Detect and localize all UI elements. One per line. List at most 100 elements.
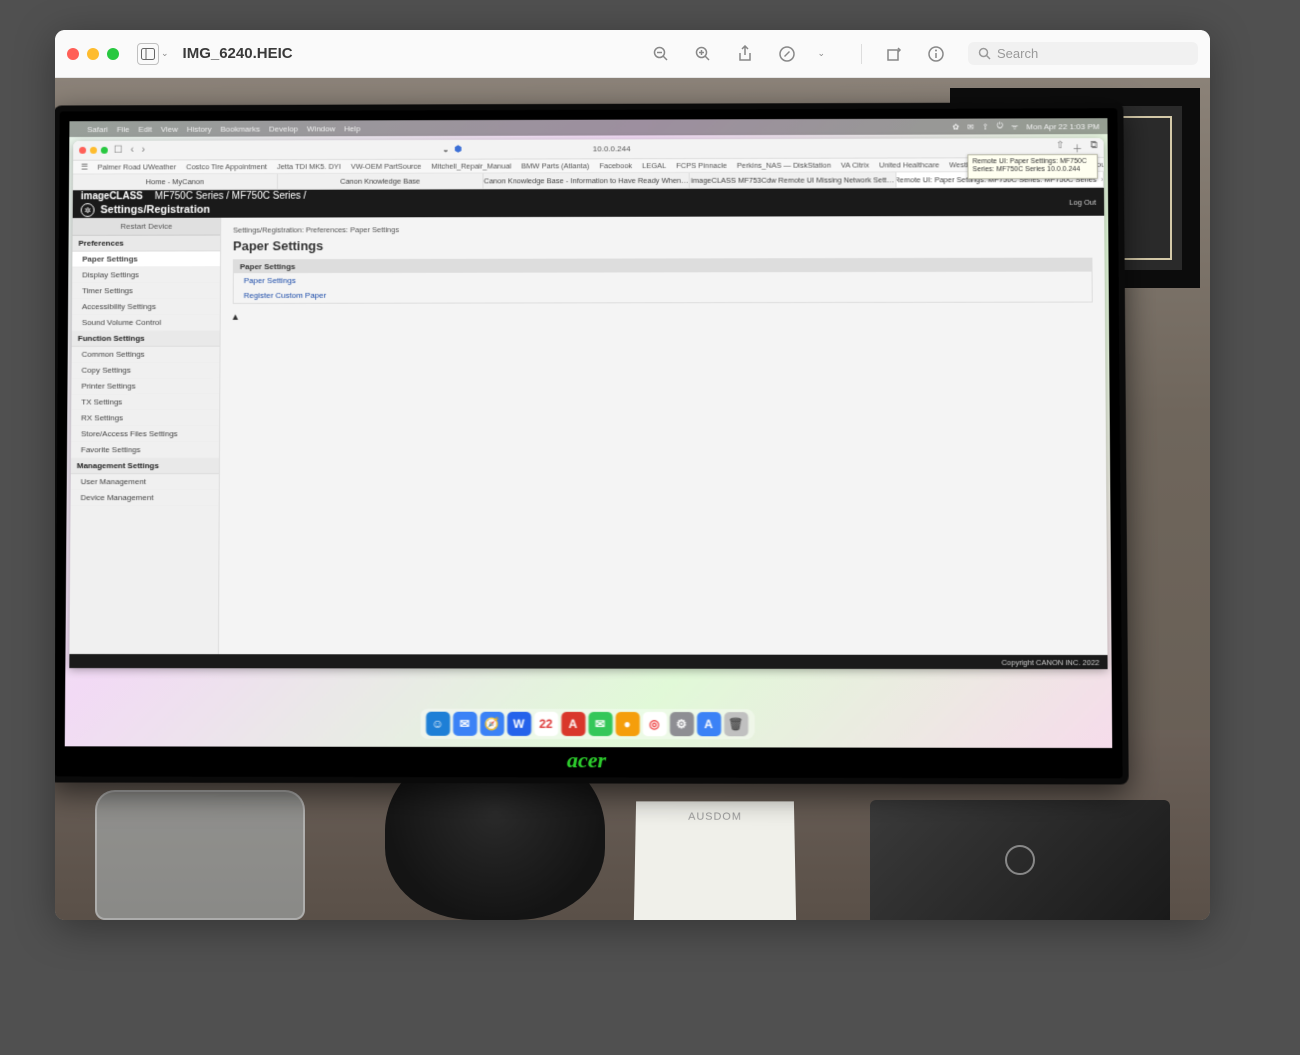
address-bar[interactable]: 10.0.0.244: [468, 144, 755, 154]
sidebar-item[interactable]: Accessibility Settings: [72, 299, 220, 315]
browser-tab[interactable]: Canon Knowledge Base: [278, 173, 484, 188]
tab-label: imageCLASS MF753Cdw Remote UI Missing Ne…: [691, 175, 894, 184]
mac-menu-item[interactable]: View: [161, 124, 178, 133]
dock-app-icon[interactable]: W: [507, 712, 531, 736]
dock-app-icon[interactable]: ◎: [642, 712, 666, 736]
dock-app-icon[interactable]: 🗑: [724, 712, 748, 736]
restart-device-button[interactable]: Restart Device: [73, 218, 221, 236]
new-tab-icon[interactable]: ＋: [1072, 140, 1082, 155]
tab-label: Canon Knowledge Base - Information to Ha…: [484, 176, 689, 185]
mac-menu-item[interactable]: History: [187, 124, 212, 133]
menubar-icon[interactable]: ✿: [953, 122, 960, 131]
mac-menu-item[interactable]: Edit: [138, 124, 152, 133]
sidebar-item[interactable]: Timer Settings: [72, 283, 220, 299]
sidebar-toggle-icon[interactable]: ☐: [114, 145, 123, 156]
close-tab-icon[interactable]: ×: [1101, 175, 1104, 184]
bookmarks-icon[interactable]: ☰: [81, 163, 88, 172]
minimize-window-button[interactable]: [90, 147, 97, 154]
logout-link[interactable]: Log Out: [1069, 197, 1096, 206]
forward-button[interactable]: ›: [142, 145, 145, 156]
menubar-clock[interactable]: Mon Apr 22 1:03 PM: [1026, 122, 1099, 131]
bookmark-item[interactable]: United Healthcare: [879, 160, 939, 169]
menubar-icon[interactable]: ᯤ: [1011, 121, 1018, 132]
bookmark-item[interactable]: Palmer Road UWeather: [98, 162, 177, 171]
sidebar-item[interactable]: RX Settings: [71, 410, 219, 426]
zoom-window-button[interactable]: [101, 147, 108, 154]
bookmark-item[interactable]: Perkins_NAS — DiskStation: [737, 161, 831, 170]
page-title: Paper Settings: [233, 237, 1092, 254]
photo-content: Safari File Edit View History Bookmarks Develo…: [55, 78, 1210, 920]
bookmark-item[interactable]: Mitchell_Repair_Manual: [431, 162, 511, 171]
dock-app-icon[interactable]: ●: [615, 712, 639, 736]
mac-menu-item[interactable]: Safari: [87, 125, 108, 134]
sidebar-item[interactable]: Copy Settings: [71, 363, 219, 379]
menubar-icon[interactable]: ⇪: [982, 122, 989, 131]
mac-menu-item[interactable]: Window: [307, 124, 335, 133]
sidebar-item[interactable]: Display Settings: [72, 267, 220, 283]
markup-button[interactable]: [777, 44, 797, 64]
shield-icon[interactable]: ◒: [443, 144, 448, 154]
bookmark-item[interactable]: VW-OEM PartSource: [351, 162, 422, 171]
safari-traffic-lights[interactable]: [79, 147, 108, 154]
bookmark-item[interactable]: BMW Parts (Atlanta): [521, 161, 589, 170]
preview-titlebar: ⌄ IMG_6240.HEIC ⌄ Search: [55, 30, 1210, 78]
zoom-in-button[interactable]: [693, 44, 713, 64]
mac-menu-item[interactable]: Bookmarks: [220, 124, 260, 133]
search-icon: [978, 47, 991, 60]
info-button[interactable]: [926, 44, 946, 64]
sidebar-item[interactable]: Paper Settings: [72, 251, 220, 267]
sidebar-item[interactable]: Common Settings: [72, 347, 220, 363]
back-to-top-icon[interactable]: ▴: [233, 309, 1093, 323]
mac-menu-item[interactable]: Develop: [269, 124, 298, 133]
close-window-button[interactable]: [79, 147, 86, 154]
mac-menu-item[interactable]: File: [117, 125, 130, 134]
extension-icon[interactable]: ⬢: [454, 144, 462, 155]
close-window-button[interactable]: [67, 48, 79, 60]
dock-app-icon[interactable]: ✉: [588, 712, 612, 736]
back-button[interactable]: ‹: [130, 145, 133, 156]
dock-app-icon[interactable]: 🧭: [480, 712, 504, 736]
dock-app-icon[interactable]: ⚙: [669, 712, 693, 736]
menubar-icon[interactable]: ✉: [967, 122, 974, 131]
sidebar-item[interactable]: Printer Settings: [71, 378, 219, 394]
chevron-down-icon[interactable]: ⌄: [817, 48, 825, 59]
browser-tab[interactable]: Canon Knowledge Base - Information to Ha…: [483, 173, 689, 188]
sidebar-item[interactable]: TX Settings: [71, 394, 219, 410]
settings-link[interactable]: Register Custom Paper: [234, 287, 1092, 303]
share-button[interactable]: [735, 44, 755, 64]
mac-menu-item[interactable]: Help: [344, 124, 360, 133]
bookmark-item[interactable]: Facebook: [599, 161, 632, 170]
sidebar-item[interactable]: User Management: [71, 474, 219, 490]
mac-dock: ☺✉🧭W22A✉●◎⚙A🗑: [420, 709, 754, 740]
chevron-down-icon[interactable]: ⌄: [161, 48, 169, 59]
browser-tab[interactable]: imageCLASS MF753Cdw Remote UI Missing Ne…: [690, 172, 897, 187]
settings-link[interactable]: Paper Settings: [234, 272, 1092, 288]
preview-search-field[interactable]: Search: [968, 42, 1198, 65]
sidebar-item[interactable]: Device Management: [71, 490, 219, 506]
bookmark-item[interactable]: Costco Tire Appointment: [186, 162, 267, 171]
sidebar-item[interactable]: Sound Volume Control: [72, 315, 220, 331]
sidebar-item[interactable]: Favorite Settings: [71, 442, 219, 458]
dock-app-icon[interactable]: ✉: [453, 712, 477, 736]
rotate-button[interactable]: [884, 44, 904, 64]
menubar-icon[interactable]: ⏻: [997, 121, 1003, 131]
dock-app-icon[interactable]: 22: [534, 712, 558, 736]
bookmark-item[interactable]: Jetta TDI MK5. DYI: [277, 162, 341, 171]
bookmark-item[interactable]: FCPS Pinnacle: [676, 161, 727, 170]
plastic-container-prop: [95, 790, 305, 920]
dock-app-icon[interactable]: A: [561, 712, 585, 736]
share-icon[interactable]: ⇧: [1056, 140, 1065, 155]
sidebar-item[interactable]: Store/Access Files Settings: [71, 426, 219, 442]
window-traffic-lights[interactable]: [67, 48, 119, 60]
bookmark-item[interactable]: LEGAL: [642, 161, 666, 170]
minimize-window-button[interactable]: [87, 48, 99, 60]
preview-window: ⌄ IMG_6240.HEIC ⌄ Search: [55, 30, 1210, 920]
sidebar-toggle-button[interactable]: [137, 43, 159, 65]
dock-app-icon[interactable]: A: [697, 712, 721, 736]
tabs-overview-icon[interactable]: ⧉: [1090, 140, 1097, 155]
zoom-out-button[interactable]: [651, 44, 671, 64]
browser-tab[interactable]: Home - MyCanon: [73, 174, 278, 189]
zoom-window-button[interactable]: [107, 48, 119, 60]
dock-app-icon[interactable]: ☺: [426, 712, 450, 736]
bookmark-item[interactable]: VA Citrix: [841, 161, 869, 170]
